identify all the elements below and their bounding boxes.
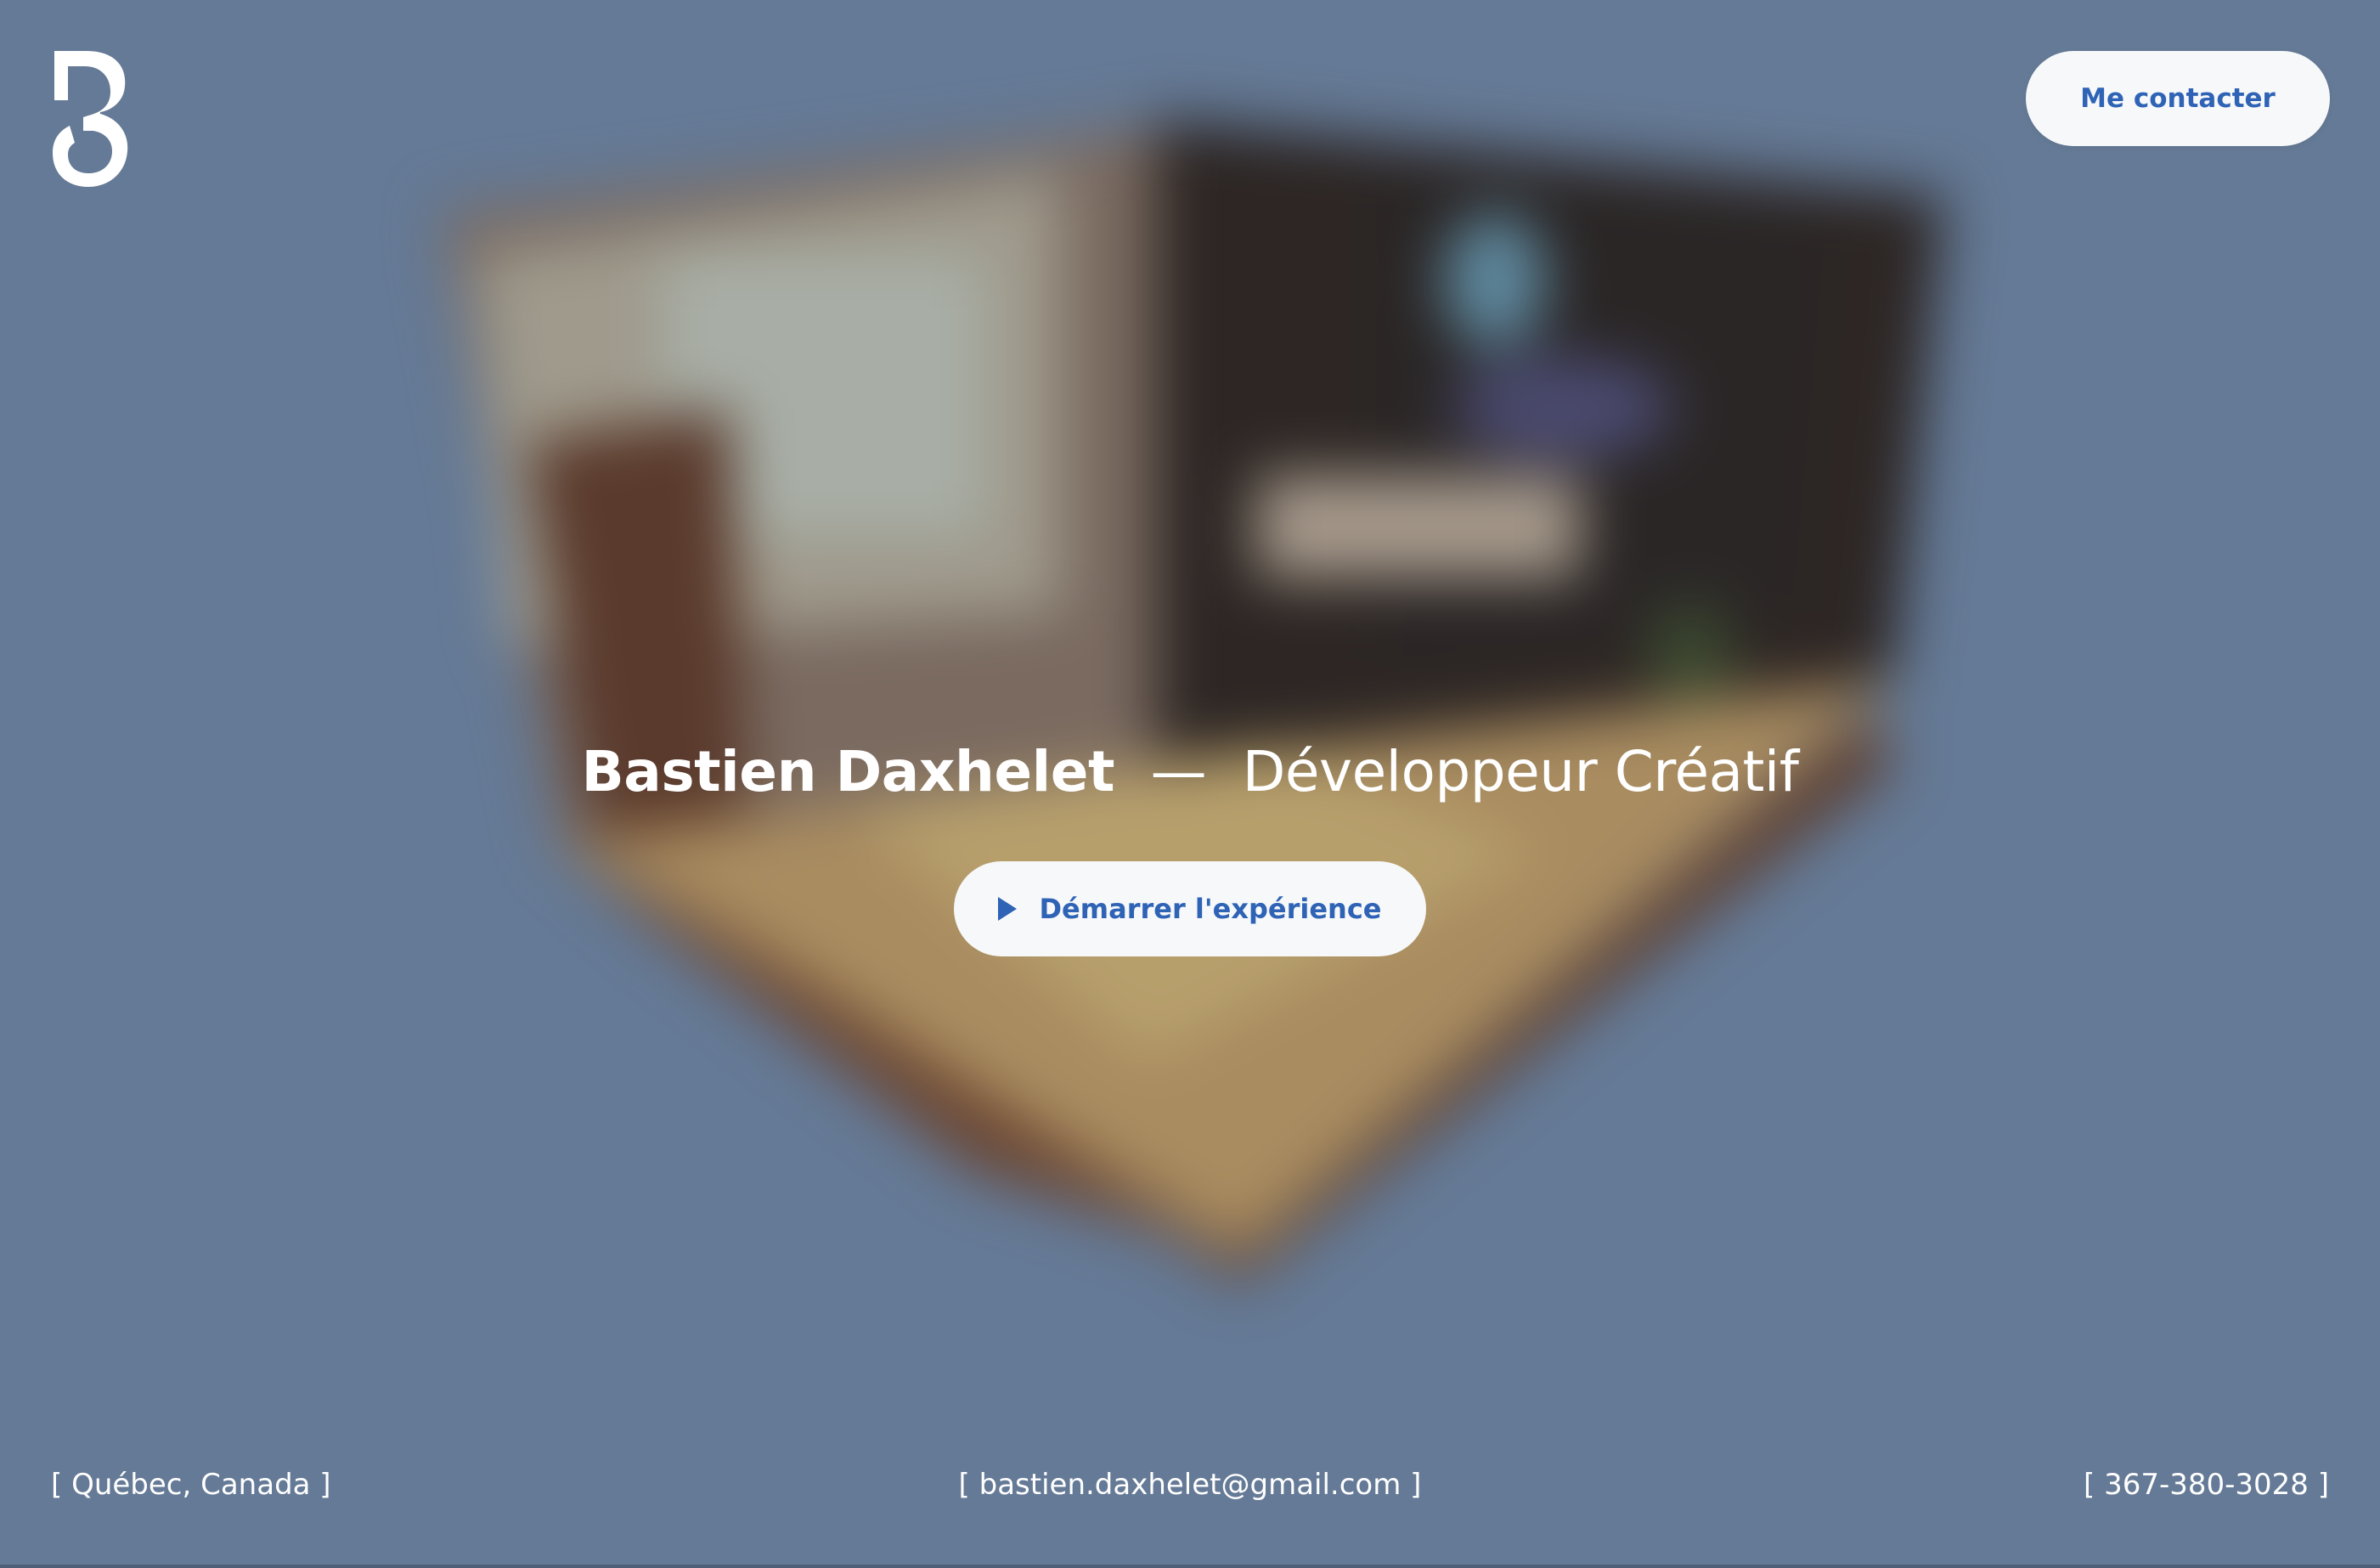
- start-experience-label: Démarrer l'expérience: [1039, 893, 1382, 925]
- hero-name: Bastien Daxhelet: [581, 739, 1115, 804]
- landing-page: Me contacter Bastien Daxhelet — Développ…: [0, 0, 2380, 1568]
- start-experience-button[interactable]: Démarrer l'expérience: [954, 861, 1426, 956]
- bd-monogram-logo-icon[interactable]: [49, 49, 131, 189]
- footer-email: [ bastien.daxhelet@gmail.com ]: [0, 1468, 2380, 1502]
- footer-email-link[interactable]: [ bastien.daxhelet@gmail.com ]: [959, 1468, 1422, 1502]
- hero-title: Bastien Daxhelet — Développeur Créatif: [582, 739, 1799, 804]
- hero: Bastien Daxhelet — Développeur Créatif: [0, 739, 2380, 804]
- hero-separator: —: [1150, 739, 1207, 804]
- hero-role: Développeur Créatif: [1242, 739, 1799, 804]
- bottom-divider: [0, 1565, 2380, 1568]
- play-icon: [998, 897, 1018, 921]
- footer-phone[interactable]: [ 367-380-3028 ]: [2084, 1468, 2329, 1502]
- contact-button[interactable]: Me contacter: [2026, 51, 2330, 146]
